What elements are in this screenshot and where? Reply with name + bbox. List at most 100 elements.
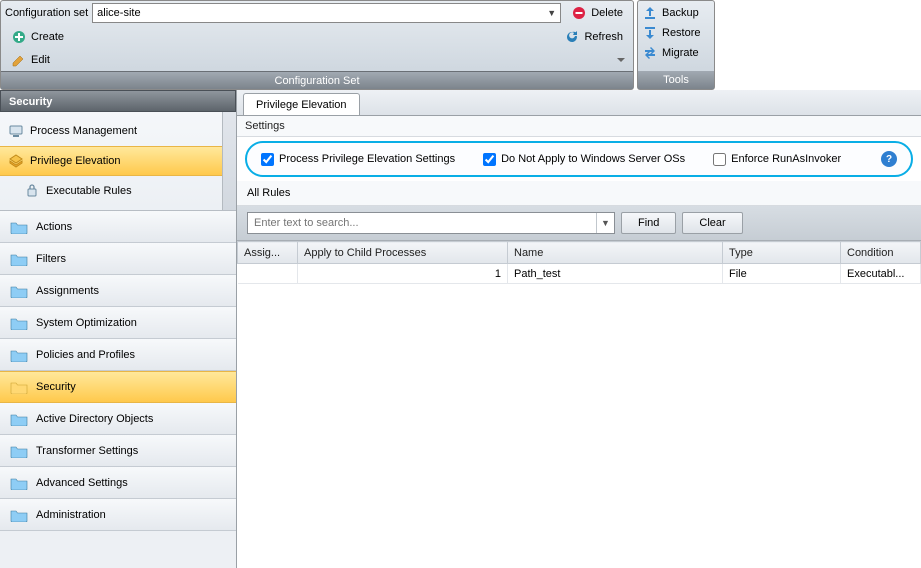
search-row: ▼ Find Clear bbox=[237, 206, 921, 241]
sidebar: Security Process Management Privilege Ele… bbox=[0, 90, 237, 568]
nav-item-label: Assignments bbox=[36, 285, 99, 297]
tree-item-executable-rules[interactable]: Executable Rules bbox=[0, 176, 236, 206]
search-dropdown-icon[interactable]: ▼ bbox=[596, 213, 614, 233]
create-label: Create bbox=[31, 31, 64, 43]
checkbox-no-server-os-input[interactable] bbox=[483, 153, 496, 166]
column-header[interactable]: Apply to Child Processes bbox=[298, 242, 508, 264]
migrate-button[interactable]: Migrate bbox=[642, 43, 710, 63]
tree-item-label: Privilege Elevation bbox=[30, 155, 121, 167]
nav-item-filters[interactable]: Filters bbox=[0, 243, 236, 275]
restore-label: Restore bbox=[662, 27, 701, 39]
nav-item-label: Administration bbox=[36, 509, 106, 521]
cell-name: Path_test bbox=[508, 264, 723, 284]
tree-item-icon bbox=[24, 183, 40, 199]
search-box[interactable]: ▼ bbox=[247, 212, 615, 234]
refresh-icon bbox=[564, 29, 580, 45]
column-header[interactable]: Type bbox=[723, 242, 841, 264]
tools-panel-title: Tools bbox=[638, 71, 714, 89]
nav-item-active-directory-objects[interactable]: Active Directory Objects bbox=[0, 403, 236, 435]
edit-icon bbox=[11, 52, 27, 68]
nav-item-label: Security bbox=[36, 381, 76, 393]
tree-item-privilege-elevation[interactable]: Privilege Elevation bbox=[0, 146, 236, 176]
table-row[interactable]: 1Path_testFileExecutabl... bbox=[238, 264, 921, 284]
folder-icon bbox=[10, 348, 28, 362]
folder-icon bbox=[10, 476, 28, 490]
nav-item-label: Transformer Settings bbox=[36, 445, 138, 457]
nav-item-label: System Optimization bbox=[36, 317, 137, 329]
create-button[interactable]: Create bbox=[5, 27, 70, 47]
cell-assign bbox=[238, 264, 298, 284]
tree-item-process-management[interactable]: Process Management bbox=[0, 116, 236, 146]
refresh-button[interactable]: Refresh bbox=[558, 27, 629, 47]
folder-icon bbox=[10, 220, 28, 234]
edit-label: Edit bbox=[31, 54, 50, 66]
nav-item-assignments[interactable]: Assignments bbox=[0, 275, 236, 307]
help-icon[interactable]: ? bbox=[881, 151, 897, 167]
settings-group-label: Settings bbox=[237, 116, 921, 137]
cell-condition: Executabl... bbox=[841, 264, 921, 284]
backup-icon bbox=[642, 5, 658, 21]
nav-item-security[interactable]: Security bbox=[0, 371, 236, 403]
delete-button[interactable]: Delete bbox=[565, 3, 629, 23]
nav-item-system-optimization[interactable]: System Optimization bbox=[0, 307, 236, 339]
checkbox-runasinvoker[interactable]: Enforce RunAsInvoker bbox=[713, 153, 841, 166]
delete-label: Delete bbox=[591, 7, 623, 19]
config-set-value: alice-site bbox=[97, 7, 140, 19]
panel-menu-icon[interactable] bbox=[613, 52, 629, 68]
refresh-label: Refresh bbox=[584, 31, 623, 43]
nav-item-transformer-settings[interactable]: Transformer Settings bbox=[0, 435, 236, 467]
tab-bar: Privilege Elevation bbox=[237, 90, 921, 116]
configuration-set-panel: Configuration set alice-site ▼ Delete Cr… bbox=[0, 0, 634, 90]
column-header[interactable]: Condition bbox=[841, 242, 921, 264]
restore-icon bbox=[642, 25, 658, 41]
config-set-label: Configuration set bbox=[5, 7, 88, 19]
sidebar-header: Security bbox=[0, 90, 236, 112]
checkbox-process-privilege[interactable]: Process Privilege Elevation Settings bbox=[261, 153, 455, 166]
folder-icon bbox=[10, 316, 28, 330]
checkbox-runasinvoker-label: Enforce RunAsInvoker bbox=[731, 153, 841, 165]
column-header[interactable]: Assig... bbox=[238, 242, 298, 264]
tab-privilege-elevation[interactable]: Privilege Elevation bbox=[243, 93, 360, 115]
checkbox-runasinvoker-input[interactable] bbox=[713, 153, 726, 166]
rules-grid[interactable]: Assig...Apply to Child ProcessesNameType… bbox=[237, 241, 921, 568]
nav-item-administration[interactable]: Administration bbox=[0, 499, 236, 531]
folder-icon bbox=[10, 252, 28, 266]
tree-item-label: Process Management bbox=[30, 125, 137, 137]
find-button[interactable]: Find bbox=[621, 212, 676, 234]
migrate-icon bbox=[642, 45, 658, 61]
search-input[interactable] bbox=[248, 213, 596, 233]
content-area: Privilege Elevation Settings Process Pri… bbox=[237, 90, 921, 568]
folder-icon bbox=[10, 284, 28, 298]
create-icon bbox=[11, 29, 27, 45]
tree-item-icon bbox=[8, 153, 24, 169]
chevron-down-icon: ▼ bbox=[547, 8, 556, 18]
nav-item-label: Filters bbox=[36, 253, 66, 265]
nav-item-label: Policies and Profiles bbox=[36, 349, 135, 361]
sidebar-nav: Actions Filters Assignments System Optimiza… bbox=[0, 210, 236, 568]
edit-button[interactable]: Edit bbox=[5, 50, 56, 70]
delete-icon bbox=[571, 5, 587, 21]
config-set-dropdown[interactable]: alice-site ▼ bbox=[92, 3, 561, 23]
backup-button[interactable]: Backup bbox=[642, 3, 710, 23]
checkbox-process-privilege-label: Process Privilege Elevation Settings bbox=[279, 153, 455, 165]
nav-item-advanced-settings[interactable]: Advanced Settings bbox=[0, 467, 236, 499]
tree-item-icon bbox=[8, 123, 24, 139]
folder-icon bbox=[10, 508, 28, 522]
column-header[interactable]: Name bbox=[508, 242, 723, 264]
nav-item-actions[interactable]: Actions bbox=[0, 211, 236, 243]
backup-label: Backup bbox=[662, 7, 699, 19]
all-rules-label: All Rules bbox=[237, 181, 921, 206]
cell-apply: 1 bbox=[298, 264, 508, 284]
checkbox-no-server-os[interactable]: Do Not Apply to Windows Server OSs bbox=[483, 153, 685, 166]
nav-item-policies-and-profiles[interactable]: Policies and Profiles bbox=[0, 339, 236, 371]
grid-header-row: Assig...Apply to Child ProcessesNameType… bbox=[238, 242, 921, 264]
settings-highlight-row: Process Privilege Elevation Settings Do … bbox=[245, 141, 913, 177]
restore-button[interactable]: Restore bbox=[642, 23, 710, 43]
cell-type: File bbox=[723, 264, 841, 284]
tree-item-label: Executable Rules bbox=[46, 185, 132, 197]
checkbox-process-privilege-input[interactable] bbox=[261, 153, 274, 166]
clear-button[interactable]: Clear bbox=[682, 212, 742, 234]
sidebar-tree: Process Management Privilege Elevation Exe… bbox=[0, 112, 236, 210]
config-panel-title: Configuration Set bbox=[1, 71, 633, 89]
nav-item-label: Active Directory Objects bbox=[36, 413, 153, 425]
